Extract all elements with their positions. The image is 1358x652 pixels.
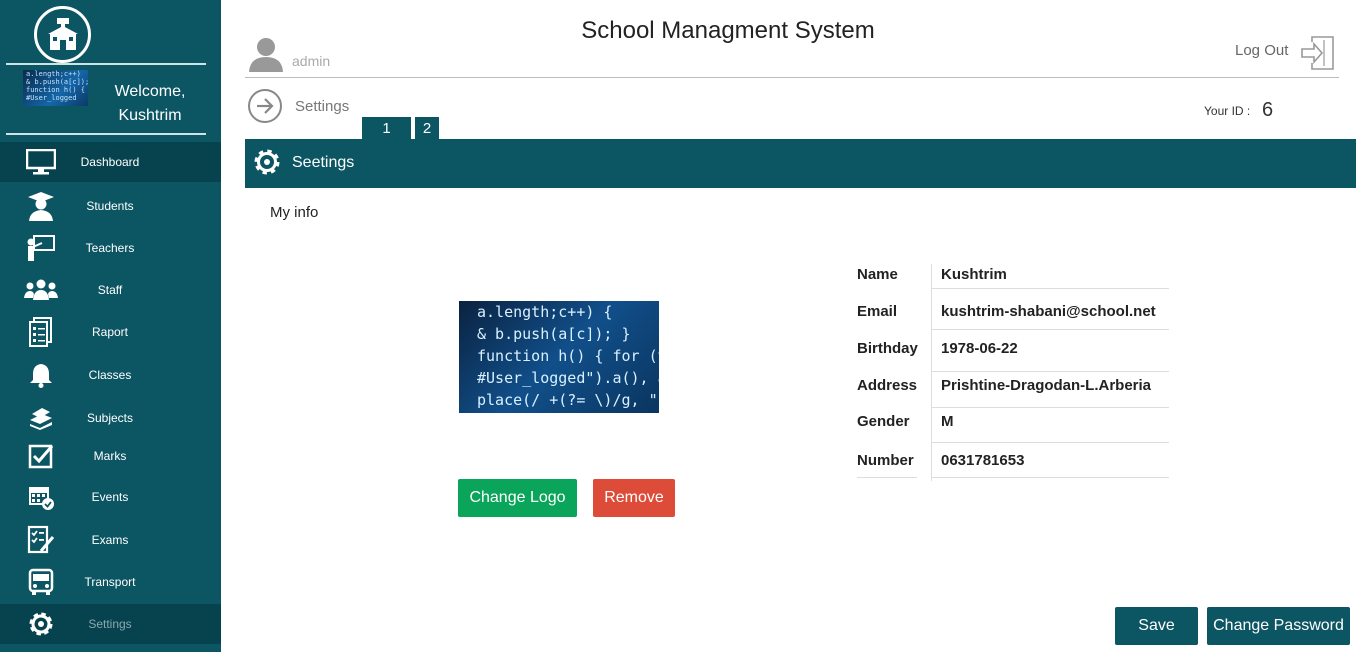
gear-icon [252, 147, 282, 182]
info-value-address: Prishtine-Dragodan-L.Arberia [941, 377, 1152, 394]
graduate-icon [24, 189, 58, 223]
info-value-gender: M [941, 413, 954, 430]
sidebar-item-subjects[interactable]: Subjects [0, 398, 221, 438]
info-key-address: Address [857, 377, 918, 394]
sidebar-item-marks[interactable]: Marks [0, 436, 221, 476]
info-value-email: kushtrim-shabani@school.net [941, 303, 1156, 320]
save-button[interactable]: Save [1115, 607, 1198, 645]
info-key-email: Email [857, 303, 898, 320]
row-divider [857, 477, 917, 478]
logo-code-line: & b.push(a[c]); } [477, 325, 631, 343]
section-header [245, 139, 1356, 188]
arrow-right-icon [248, 89, 282, 123]
avatar-code-line: & b.push(a[c]); [26, 78, 88, 86]
sidebar-item-events[interactable]: Events [0, 477, 221, 517]
sidebar-item-dashboard[interactable]: Dashboard [0, 142, 221, 182]
sidebar-item-teachers[interactable]: Teachers [0, 228, 221, 268]
sidebar-item-staff[interactable]: Staff [0, 270, 221, 310]
logo-code-line: #User_logged").a(), a = [477, 369, 659, 387]
sidebar-item-label: Staff [97, 283, 123, 297]
info-value-birthday: 1978-06-22 [941, 340, 1018, 357]
calendar-icon [24, 480, 58, 514]
avatar-code-line: a.length;c++) [26, 70, 81, 78]
row-divider [931, 477, 1169, 478]
sidebar-item-students[interactable]: Students [0, 186, 221, 226]
monitor-icon [24, 145, 58, 179]
row-divider [931, 288, 1169, 289]
your-id-label: Your ID : [1204, 104, 1251, 118]
breadcrumb: Settings [295, 98, 350, 115]
header-divider [245, 77, 1339, 78]
row-divider [931, 442, 1169, 443]
username-label: admin [292, 53, 331, 69]
school-logo-image: a.length;c++) { & b.push(a[c]); } functi… [459, 301, 659, 413]
sidebar-item-exams[interactable]: Exams [0, 520, 221, 560]
sidebar-item-transport[interactable]: Transport [0, 562, 221, 602]
group-icon [24, 273, 58, 307]
row-divider [931, 329, 1169, 330]
bell-icon [24, 358, 58, 392]
sidebar-divider [6, 63, 206, 65]
table-row: Email kushtrim-shabani@school.net [857, 303, 1169, 339]
sidebar-item-classes[interactable]: Classes [0, 355, 221, 395]
checkbox-icon [24, 439, 58, 473]
logo-code-line: a.length;c++) { [477, 303, 613, 321]
sidebar-item-label: Transport [84, 575, 136, 589]
change-logo-button[interactable]: Change Logo [458, 479, 577, 517]
app-title: School Managment System [581, 17, 875, 44]
logo-code-line: function h() { for (v [477, 347, 659, 365]
logout-link[interactable]: Log Out [1235, 42, 1288, 59]
sidebar-item-label: Marks [93, 449, 127, 463]
section-title: Seetings [292, 154, 355, 171]
bus-icon [24, 565, 58, 599]
row-divider [931, 407, 1169, 408]
your-id-value: 6 [1262, 99, 1274, 121]
sidebar-item-settings[interactable]: Settings [0, 604, 221, 644]
row-divider [931, 371, 1169, 372]
avatar: a.length;c++) & b.push(a[c]); function h… [23, 70, 88, 106]
change-password-button[interactable]: Change Password [1207, 607, 1350, 645]
info-key-gender: Gender [857, 413, 910, 430]
info-key-birthday: Birthday [857, 340, 918, 357]
sidebar-item-label: Classes [88, 368, 132, 382]
school-logo-icon[interactable] [34, 6, 91, 63]
sidebar-item-label: Settings [88, 617, 132, 631]
info-value-name: Kushtrim [941, 266, 1007, 283]
info-key-name: Name [857, 266, 898, 283]
my-info-label: My info [270, 204, 319, 221]
sidebar-item-label: Subjects [86, 411, 134, 425]
avatar-code-line: #User_logged [26, 94, 77, 102]
sidebar-item-label: Students [86, 199, 134, 213]
sidebar-item-raport[interactable]: Raport [0, 312, 221, 352]
avatar-code-line: function h() { [26, 86, 86, 94]
books-icon [24, 401, 58, 435]
remove-logo-button[interactable]: Remove [593, 479, 675, 517]
table-row: Number 0631781653 [857, 452, 1169, 488]
logout-icon[interactable] [1300, 36, 1336, 75]
report-icon [24, 315, 58, 349]
sidebar-divider [6, 133, 206, 135]
sidebar-item-label: Events [91, 490, 129, 504]
sidebar: a.length;c++) & b.push(a[c]); function h… [0, 0, 221, 652]
sidebar-item-label: Teachers [85, 241, 135, 255]
sidebar-item-label: Raport [91, 325, 129, 339]
info-key-number: Number [857, 452, 914, 469]
table-row: Name Kushtrim [857, 266, 1169, 302]
exam-icon [24, 523, 58, 557]
page-tab-2[interactable]: 2 [415, 117, 439, 139]
page-tab-1[interactable]: 1 [362, 117, 411, 139]
sidebar-item-label: Exams [91, 533, 129, 547]
gear-icon [24, 607, 58, 641]
welcome-greeting: Welcome, [114, 83, 186, 100]
teacher-icon [24, 231, 58, 265]
user-icon [248, 36, 284, 77]
sidebar-item-label: Dashboard [80, 155, 140, 169]
logo-code-line: place(/ +(?= \)/g, ""), a [477, 391, 659, 409]
info-value-number: 0631781653 [941, 452, 1025, 469]
welcome-username: Kushtrim [118, 107, 182, 124]
welcome-text: Welcome, Kushtrim [110, 80, 190, 128]
table-row: Gender M [857, 413, 1169, 449]
